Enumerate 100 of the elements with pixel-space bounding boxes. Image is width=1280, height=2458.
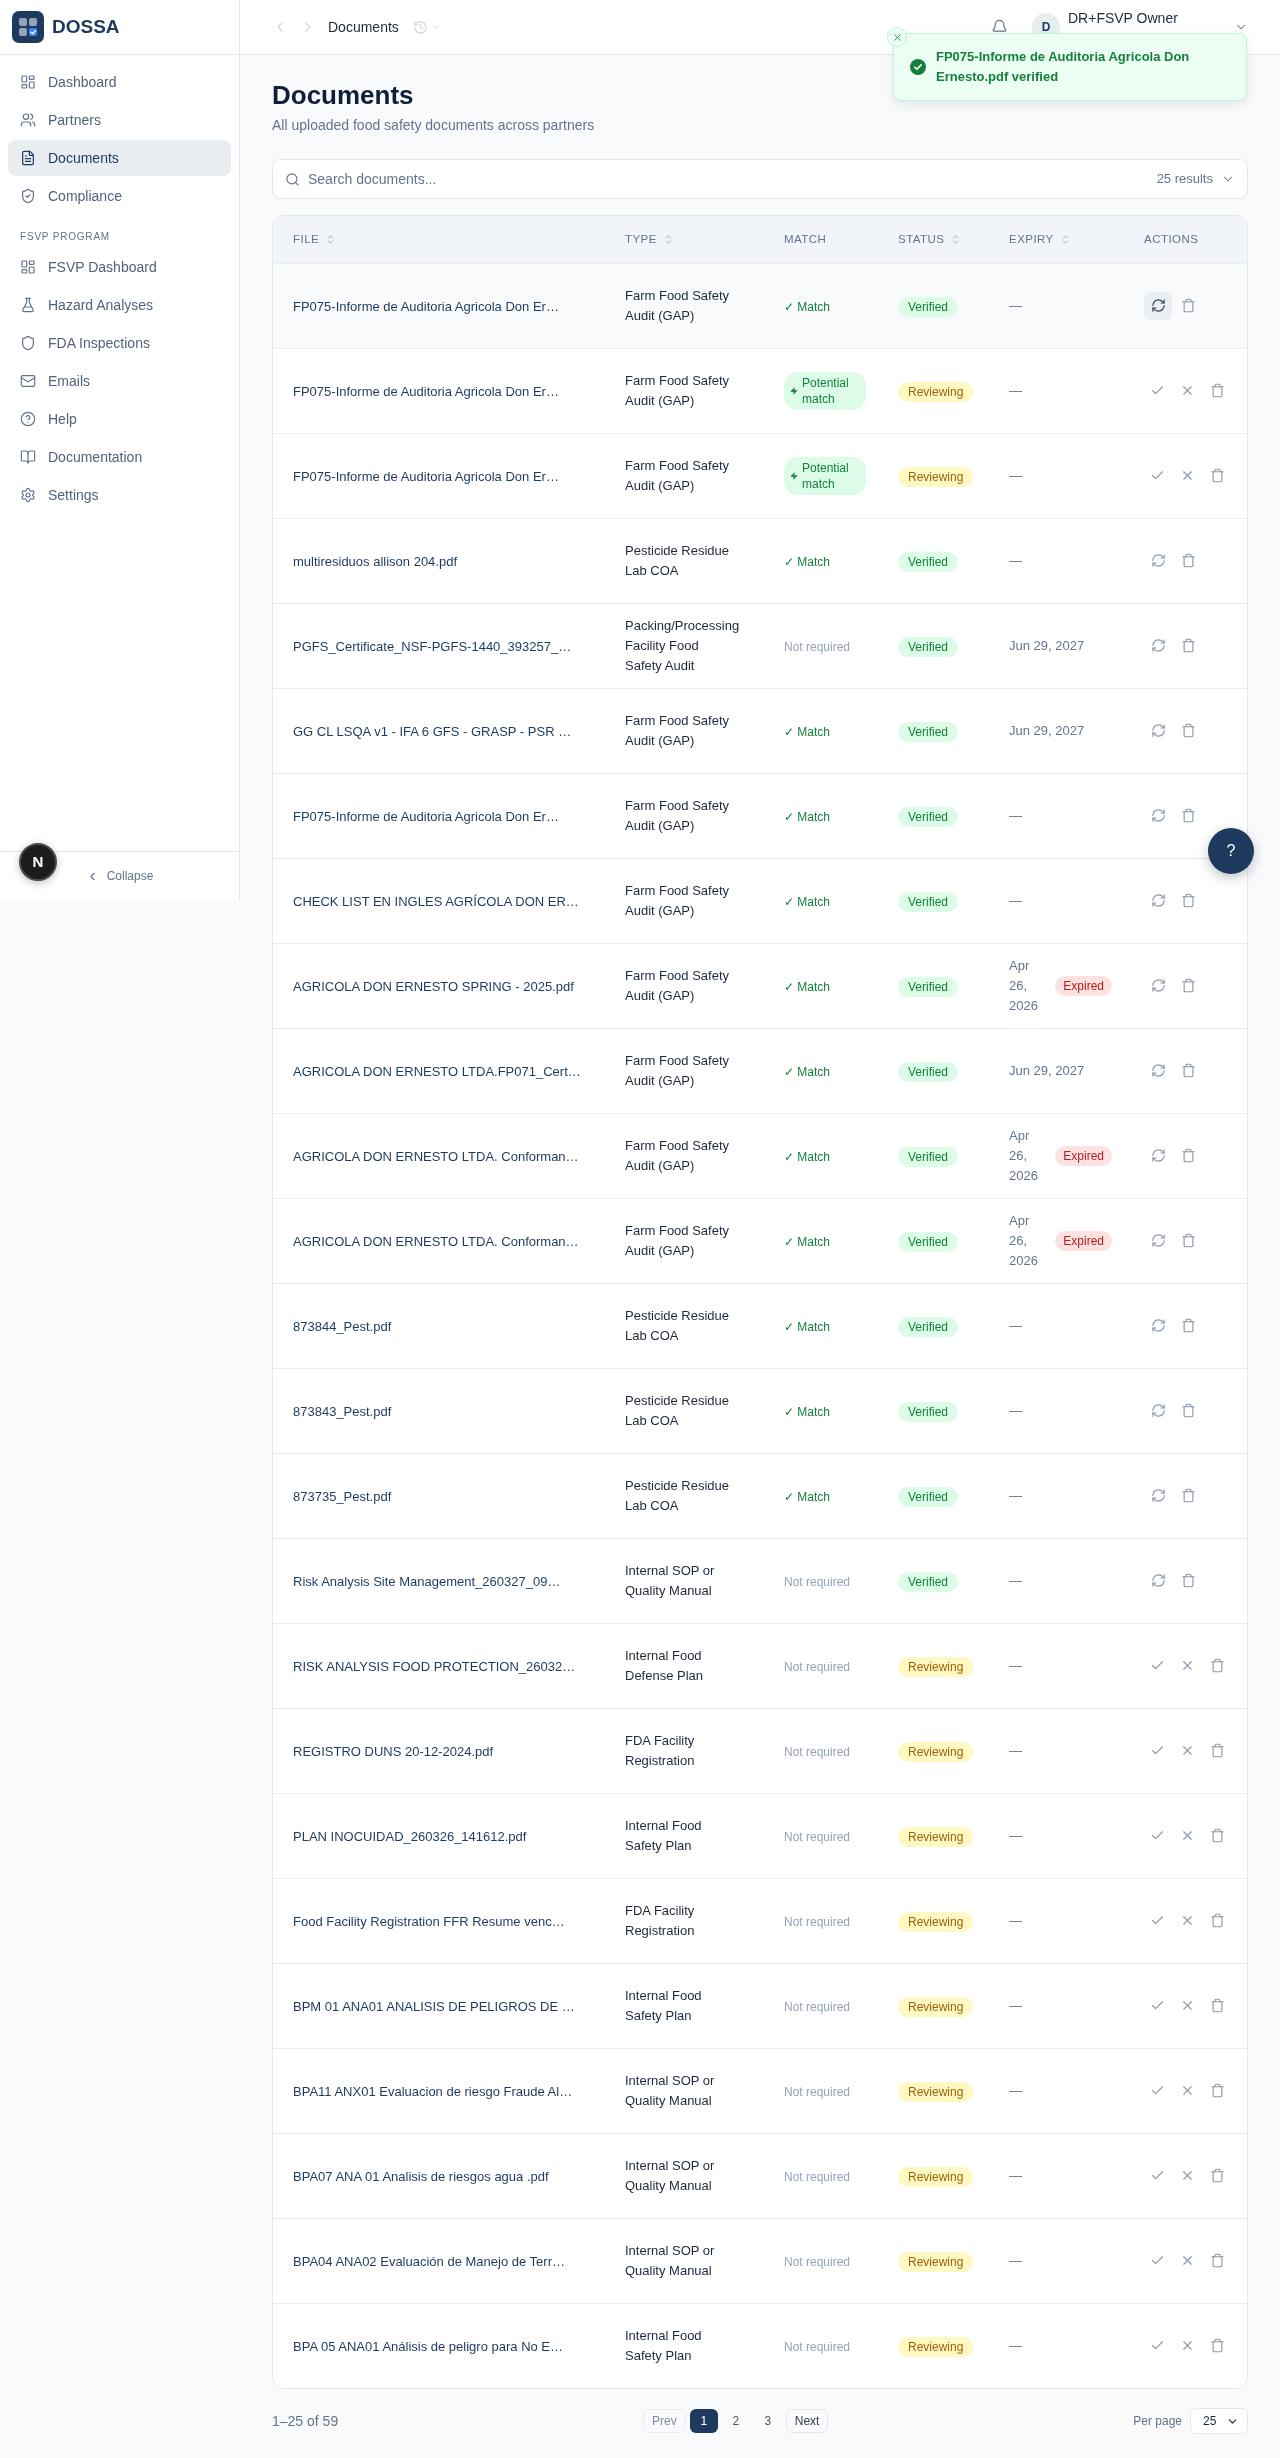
expiry-date: —: [1009, 1316, 1022, 1335]
trash-icon: [1180, 1148, 1196, 1163]
trash-icon: [1209, 1998, 1225, 2013]
file-name[interactable]: AGRICOLA DON ERNESTO LTDA.FP071_Cert…: [293, 1063, 581, 1079]
results-dropdown[interactable]: 25 results: [1156, 169, 1235, 189]
status-badge: Reviewing: [898, 381, 974, 402]
status-badge: Reviewing: [898, 2166, 974, 2187]
expiry-date: —: [1009, 2081, 1022, 2100]
file-name[interactable]: BPA04 ANA02 Evaluación de Manejo de Terr…: [293, 2253, 565, 2269]
match-label: Potential match: [802, 374, 850, 407]
match-label: Not required: [784, 1744, 851, 1759]
file-name[interactable]: CHECK LIST EN INGLES AGRÍCOLA DON ER…: [293, 893, 579, 909]
trash-icon: [1209, 1828, 1225, 1843]
match-label: Potential match: [802, 459, 850, 492]
document-type: Farm Food Safety Audit (GAP): [625, 1052, 730, 1088]
match-label: ✓ Match: [784, 1489, 830, 1504]
nav-item[interactable]: Dashboard: [8, 64, 231, 100]
match-label: Not required: [784, 2084, 851, 2099]
book-icon: [20, 449, 36, 465]
expiry-date: —: [1009, 2166, 1022, 2185]
status-badge: Reviewing: [898, 2336, 974, 2357]
results-range: 1–25 of 59: [272, 2411, 339, 2431]
expiry-date: —: [1009, 1571, 1022, 1590]
file-name[interactable]: FP075-Informe de Auditoria Agricola Don Er…: [293, 383, 559, 399]
search-field[interactable]: Search documents... 25 results: [272, 159, 1248, 199]
refresh-icon: [1150, 1488, 1166, 1503]
document-type: Pesticide Residue Lab COA: [625, 1307, 730, 1343]
file-name[interactable]: PGFS_Certificate_NSF-PGFS-1440_393257_…: [293, 638, 572, 654]
refresh-button[interactable]: [1144, 291, 1172, 320]
close-icon: [1180, 1743, 1195, 1758]
expiry-date: —: [1009, 1826, 1022, 1845]
status-badge: Verified: [898, 1146, 959, 1167]
file-name[interactable]: PLAN INOCUIDAD_260326_141612.pdf: [293, 1828, 527, 1844]
status-badge: Reviewing: [898, 466, 974, 487]
expired-badge: Expired: [1055, 975, 1112, 996]
expiry-date: —: [1009, 2251, 1022, 2270]
file-name[interactable]: Food Facility Registration FFR Resume venc…: [293, 1913, 565, 1929]
nav-item[interactable]: Compliance: [8, 178, 231, 214]
file-name[interactable]: 873735_Pest.pdf: [293, 1488, 392, 1504]
next-button[interactable]: Next: [785, 2409, 829, 2433]
nav-item[interactable]: Help: [8, 401, 231, 437]
nav-item[interactable]: Emails: [8, 363, 231, 399]
trash-icon: [1180, 1063, 1196, 1078]
nav-item[interactable]: Partners: [8, 102, 231, 138]
trash-icon: [1180, 893, 1196, 908]
file-name[interactable]: FP075-Informe de Auditoria Agricola Don Er…: [293, 468, 559, 484]
document-type: Farm Food Safety Audit (GAP): [625, 882, 730, 918]
match-label: ✓ Match: [784, 554, 830, 569]
nav-item[interactable]: Hazard Analyses: [8, 287, 231, 323]
file-name[interactable]: BPA07 ANA 01 Analisis de riesgos agua .pdf: [293, 2168, 549, 2184]
file-name[interactable]: AGRICOLA DON ERNESTO LTDA. Conforman…: [293, 1233, 579, 1249]
document-type: Farm Food Safety Audit (GAP): [625, 287, 730, 323]
expiry-date: Apr 26, 2026: [1009, 1211, 1039, 1270]
file-name[interactable]: AGRICOLA DON ERNESTO SPRING - 2025.pdf: [293, 978, 574, 994]
file-name[interactable]: multiresiduos allison 204.pdf: [293, 553, 458, 569]
status-badge: Reviewing: [898, 2251, 974, 2272]
grid-icon: [20, 74, 36, 90]
expiry-date: —: [1009, 1401, 1022, 1420]
nav-item[interactable]: Documentation: [8, 439, 231, 475]
document-type: Farm Food Safety Audit (GAP): [625, 1222, 730, 1258]
history-icon: [412, 19, 428, 35]
nav-item[interactable]: FSVP Dashboard: [8, 249, 231, 285]
file-name[interactable]: GG CL LSQA v1 - IFA 6 GFS - GRASP - PSR …: [293, 723, 572, 739]
status-badge: Reviewing: [898, 1826, 974, 1847]
nav-item[interactable]: Documents: [8, 140, 231, 176]
nav-item[interactable]: Settings: [8, 477, 231, 513]
file-name[interactable]: BPA 05 ANA01 Análisis de peligro para No E…: [293, 2338, 564, 2354]
page-button[interactable]: 3: [753, 2409, 782, 2433]
column-header[interactable]: STATUS: [882, 216, 993, 263]
page-button[interactable]: 2: [721, 2409, 750, 2433]
status-badge: Verified: [898, 1316, 959, 1337]
column-header: MATCH: [768, 216, 882, 263]
trash-icon: [1209, 2083, 1225, 2098]
file-name[interactable]: RISK ANALYSIS FOOD PROTECTION_26032…: [293, 1658, 576, 1674]
refresh-icon: [1150, 298, 1166, 313]
file-name[interactable]: BPA11 ANX01 Evaluacion de riesgo Fraude Al…: [293, 2083, 573, 2099]
file-name[interactable]: AGRICOLA DON ERNESTO LTDA. Conforman…: [293, 1148, 579, 1164]
per-page-select[interactable]: 25: [1190, 2408, 1248, 2434]
page-button[interactable]: 1: [689, 2409, 718, 2433]
mail-icon: [20, 373, 36, 389]
history-button[interactable]: [412, 19, 442, 35]
file-name[interactable]: REGISTRO DUNS 20-12-2024.pdf: [293, 1743, 494, 1759]
match-label: ✓ Match: [784, 1404, 830, 1419]
grid-icon: [20, 259, 36, 275]
refresh-icon: [1150, 1148, 1166, 1163]
file-name[interactable]: BPM 01 ANA01 ANALISIS DE PELIGROS DE …: [293, 1998, 575, 2014]
column-header[interactable]: TYPE: [609, 216, 768, 263]
column-header[interactable]: EXPIRY: [993, 216, 1128, 263]
file-name[interactable]: 873843_Pest.pdf: [293, 1403, 392, 1419]
document-type: Farm Food Safety Audit (GAP): [625, 1137, 730, 1173]
document-type: Internal SOP or Quality Manual: [625, 2072, 715, 2108]
nav-item[interactable]: FDA Inspections: [8, 325, 231, 361]
column-header[interactable]: FILE: [273, 216, 609, 263]
file-name[interactable]: FP075-Informe de Auditoria Agricola Don Er…: [293, 298, 559, 314]
refresh-icon: [1150, 1233, 1166, 1248]
collapse-button[interactable]: Collapse: [85, 867, 154, 885]
file-name[interactable]: Risk Analysis Site Management_260327_09…: [293, 1573, 561, 1589]
file-name[interactable]: FP075-Informe de Auditoria Agricola Don Er…: [293, 808, 559, 824]
file-name[interactable]: 873844_Pest.pdf: [293, 1318, 392, 1334]
document-type: Internal Food Safety Plan: [625, 1817, 702, 1853]
